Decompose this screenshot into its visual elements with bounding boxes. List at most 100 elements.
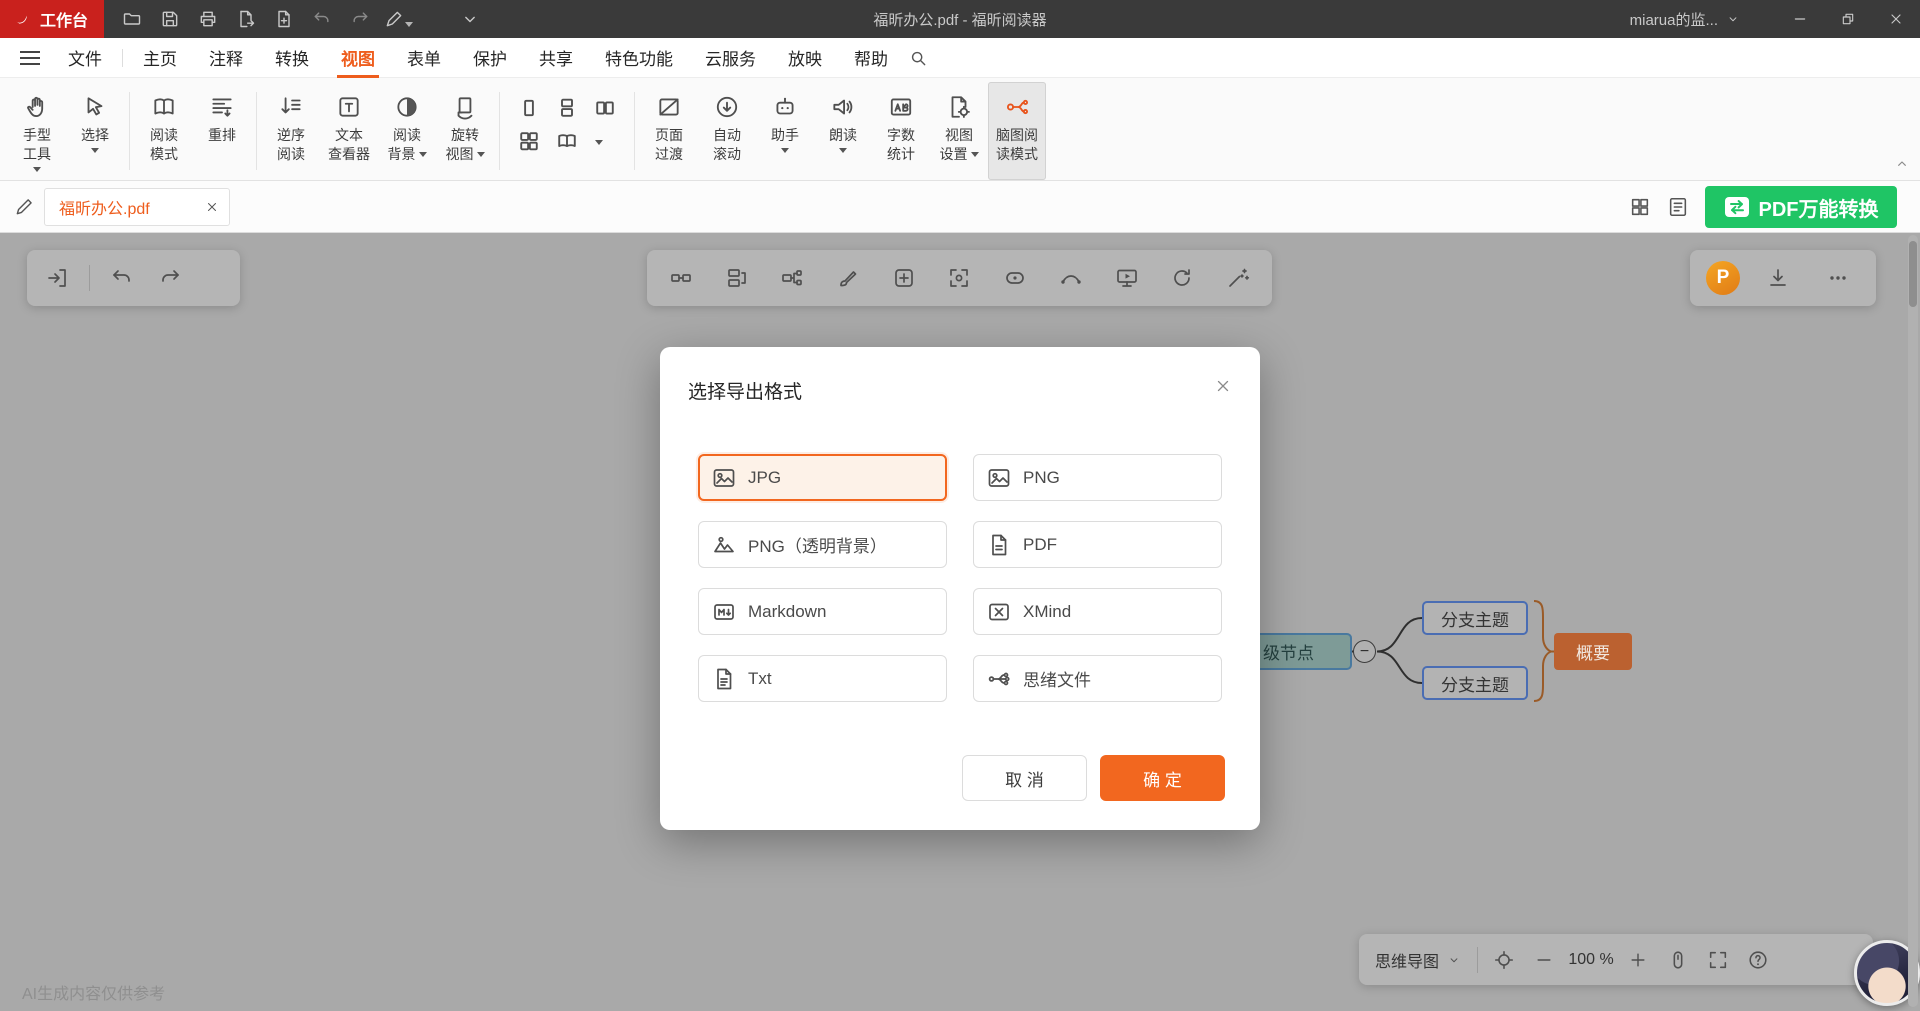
- rotate-view-button[interactable]: 旋转 视图: [436, 82, 494, 180]
- undo-button[interactable]: [100, 256, 144, 300]
- format-option-xmind[interactable]: XMind: [973, 588, 1222, 635]
- menu-convert[interactable]: 转换: [259, 38, 325, 78]
- scrollbar-thumb[interactable]: [1909, 241, 1917, 307]
- menu-form[interactable]: 表单: [391, 38, 457, 78]
- menu-file[interactable]: 文件: [52, 38, 118, 78]
- relation-line-button[interactable]: [1049, 256, 1093, 300]
- select-tool-button[interactable]: 选择: [66, 82, 124, 180]
- ai-assistant-button[interactable]: [1216, 256, 1260, 300]
- add-sibling-topic-button[interactable]: [715, 256, 759, 300]
- mindmap-branch-node[interactable]: 分支主题: [1422, 666, 1528, 700]
- menu-icon[interactable]: [20, 51, 40, 65]
- thumbnail-grid-icon[interactable]: [1629, 196, 1651, 218]
- menu-comment[interactable]: 注释: [193, 38, 259, 78]
- restore-button[interactable]: [1824, 0, 1872, 38]
- search-icon[interactable]: [908, 48, 928, 68]
- format-option-txt[interactable]: Txt: [698, 655, 947, 702]
- open-file-button[interactable]: [114, 4, 150, 34]
- new-page-button[interactable]: [266, 4, 302, 34]
- format-option-mind-file[interactable]: 思绪文件: [973, 655, 1222, 702]
- collapse-ribbon-icon[interactable]: [1894, 156, 1910, 172]
- pdf-convert-button[interactable]: PDF万能转换: [1705, 186, 1897, 228]
- pen-tool-button[interactable]: [380, 4, 416, 34]
- zoom-out-button[interactable]: [1524, 940, 1564, 980]
- format-option-jpg[interactable]: JPG: [698, 454, 947, 501]
- vertical-scrollbar[interactable]: [1908, 235, 1918, 1007]
- collapse-node-button[interactable]: −: [1353, 640, 1376, 663]
- tab-close-icon[interactable]: [205, 200, 219, 214]
- pointer-mode-button[interactable]: [1658, 940, 1698, 980]
- print-button[interactable]: [190, 4, 226, 34]
- minimize-button[interactable]: [1776, 0, 1824, 38]
- more-options-button[interactable]: [1816, 256, 1860, 300]
- zoom-in-button[interactable]: [1618, 940, 1658, 980]
- mindmap-read-mode-button[interactable]: 脑图阅 读模式: [988, 82, 1046, 180]
- menu-protect[interactable]: 保护: [457, 38, 523, 78]
- rename-icon[interactable]: [14, 197, 34, 217]
- refresh-theme-button[interactable]: [1160, 256, 1204, 300]
- workspace-button[interactable]: 工作台: [0, 0, 104, 38]
- convert-label: PDF万能转换: [1759, 193, 1879, 222]
- redo-button[interactable]: [342, 4, 378, 34]
- format-option-png[interactable]: PNG: [973, 454, 1222, 501]
- layout-facing-icon[interactable]: [595, 98, 615, 118]
- layout-continuous-icon[interactable]: [557, 98, 577, 118]
- format-option-png-transparent[interactable]: PNG（透明背景）: [698, 521, 947, 568]
- help-button[interactable]: [1738, 940, 1778, 980]
- foxit-p-badge-icon[interactable]: P: [1706, 261, 1740, 295]
- format-brush-button[interactable]: [826, 256, 870, 300]
- hand-tool-button[interactable]: 手型 工具: [8, 82, 66, 180]
- cancel-button[interactable]: 取 消: [962, 755, 1087, 801]
- collapse-quickbar-button[interactable]: [452, 4, 488, 34]
- insert-node-button[interactable]: [882, 256, 926, 300]
- view-settings-button[interactable]: 视图 设置: [930, 82, 988, 180]
- mindmap-canvas[interactable]: 级节点 − 分支主题 分支主题 概要 P: [0, 233, 1920, 1011]
- screenshot-button[interactable]: [937, 256, 981, 300]
- assistant-button[interactable]: 助手: [756, 82, 814, 180]
- page-list-icon[interactable]: [1667, 196, 1689, 218]
- confirm-button[interactable]: 确 定: [1100, 755, 1225, 801]
- download-button[interactable]: [1756, 256, 1800, 300]
- text-viewer-button[interactable]: 文本 查看器: [320, 82, 378, 180]
- word-count-button[interactable]: 字数 统计: [872, 82, 930, 180]
- add-child-topic-button[interactable]: [770, 256, 814, 300]
- menu-features[interactable]: 特色功能: [589, 38, 689, 78]
- layout-book-icon[interactable]: [557, 131, 577, 151]
- layout-dropdown-caret-icon[interactable]: [595, 140, 603, 145]
- view-mode-selector[interactable]: 思维导图: [1375, 948, 1471, 972]
- scrollbar-track[interactable]: [1908, 235, 1918, 1007]
- menu-cloud[interactable]: 云服务: [689, 38, 772, 78]
- insert-parent-topic-button[interactable]: [659, 256, 703, 300]
- center-map-button[interactable]: [1484, 940, 1524, 980]
- save-button[interactable]: [152, 4, 188, 34]
- exit-mindmap-button[interactable]: [35, 256, 79, 300]
- dialog-close-icon[interactable]: [1208, 371, 1238, 401]
- mindmap-summary-node[interactable]: 概要: [1554, 633, 1632, 670]
- format-option-pdf[interactable]: PDF: [973, 521, 1222, 568]
- presentation-button[interactable]: [1105, 256, 1149, 300]
- menu-share[interactable]: 共享: [523, 38, 589, 78]
- page-transition-button[interactable]: 页面 过渡: [640, 82, 698, 180]
- menu-home[interactable]: 主页: [127, 38, 193, 78]
- reverse-read-button[interactable]: 逆序 阅读: [262, 82, 320, 180]
- undo-button[interactable]: [304, 4, 340, 34]
- layout-facing-continuous-icon[interactable]: [519, 131, 539, 151]
- redo-button[interactable]: [148, 256, 192, 300]
- menu-view[interactable]: 视图: [325, 38, 391, 78]
- document-tab[interactable]: 福昕办公.pdf: [44, 188, 230, 226]
- node-style-button[interactable]: [993, 256, 1037, 300]
- reflow-button[interactable]: 重排: [193, 82, 251, 180]
- account-menu[interactable]: miarua的监...: [1630, 9, 1740, 30]
- read-aloud-button[interactable]: 朗读: [814, 82, 872, 180]
- menu-present[interactable]: 放映: [772, 38, 838, 78]
- fullscreen-button[interactable]: [1698, 940, 1738, 980]
- read-background-button[interactable]: 阅读 背景: [378, 82, 436, 180]
- export-page-button[interactable]: [228, 4, 264, 34]
- auto-scroll-button[interactable]: 自动 滚动: [698, 82, 756, 180]
- menu-help[interactable]: 帮助: [838, 38, 904, 78]
- format-option-markdown[interactable]: Markdown: [698, 588, 947, 635]
- close-button[interactable]: [1872, 0, 1920, 38]
- mindmap-branch-node[interactable]: 分支主题: [1422, 601, 1528, 635]
- layout-single-page-icon[interactable]: [519, 98, 539, 118]
- read-mode-button[interactable]: 阅读 模式: [135, 82, 193, 180]
